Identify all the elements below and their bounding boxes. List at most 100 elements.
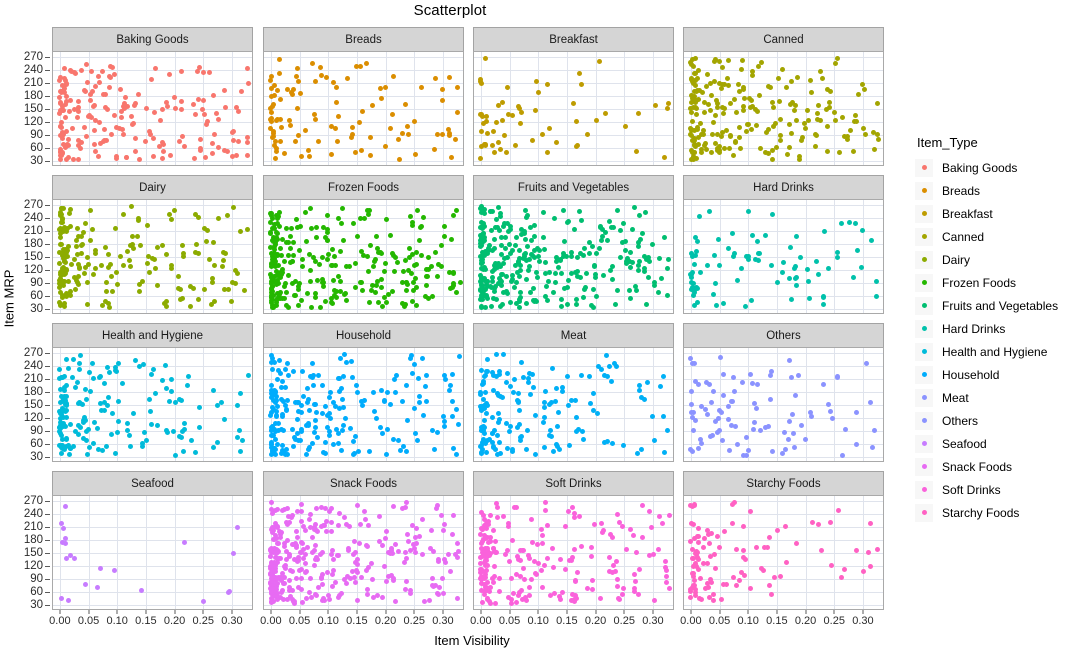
legend-items: Baking Goods Breads Breakfast Canned Dairy Fr… xyxy=(915,156,1058,524)
data-point xyxy=(739,58,745,64)
data-point xyxy=(314,278,320,284)
facet-panel: Dairy xyxy=(52,175,253,314)
data-point xyxy=(489,414,495,420)
data-point xyxy=(734,583,740,589)
data-point xyxy=(451,512,457,518)
facet-strip-label: Dairy xyxy=(52,175,253,199)
data-point xyxy=(769,591,775,597)
legend-item[interactable]: Canned xyxy=(915,225,1058,248)
legend-item[interactable]: Seafood xyxy=(915,432,1058,455)
y-tick-label: 120 xyxy=(23,411,43,424)
legend-key-swatch xyxy=(915,480,933,499)
legend-title: Item_Type xyxy=(917,135,978,150)
data-point xyxy=(155,422,161,428)
data-point xyxy=(531,384,537,390)
data-point xyxy=(90,103,96,109)
data-point xyxy=(93,265,99,271)
data-point xyxy=(288,123,294,129)
legend: Item_Type Baking Goods Breads Breakfast Can… xyxy=(915,135,1058,524)
gridline-horizontal xyxy=(474,540,673,541)
data-point xyxy=(533,451,539,457)
data-point xyxy=(396,437,402,443)
data-point xyxy=(338,447,344,453)
legend-item[interactable]: Soft Drinks xyxy=(915,478,1058,501)
data-point xyxy=(696,68,702,74)
legend-item[interactable]: Breads xyxy=(915,179,1058,202)
y-tick-label: 120 xyxy=(23,115,43,128)
data-point xyxy=(758,565,764,571)
x-tick-label: 0.00 xyxy=(260,615,282,627)
data-point xyxy=(277,97,283,103)
data-point xyxy=(660,373,666,379)
data-point xyxy=(357,119,363,125)
legend-item[interactable]: Others xyxy=(915,409,1058,432)
legend-item[interactable]: Hard Drinks xyxy=(915,317,1058,340)
data-point xyxy=(739,67,745,73)
data-point xyxy=(610,563,616,569)
data-point xyxy=(704,412,710,418)
data-point xyxy=(418,252,424,258)
data-point xyxy=(330,556,336,562)
data-point xyxy=(574,414,580,420)
legend-item[interactable]: Household xyxy=(915,363,1058,386)
data-point xyxy=(816,103,822,109)
data-point xyxy=(456,354,462,360)
data-point xyxy=(708,531,714,537)
data-point xyxy=(358,279,364,285)
data-point xyxy=(336,595,342,601)
data-point xyxy=(106,395,112,401)
data-point xyxy=(793,392,799,398)
legend-label: Soft Drinks xyxy=(942,482,1001,497)
panel-inner xyxy=(474,200,673,313)
x-tick-mark xyxy=(59,610,61,614)
data-point xyxy=(164,103,170,109)
data-point xyxy=(606,218,612,224)
data-point xyxy=(235,525,241,531)
data-point xyxy=(275,581,281,587)
x-tick-label: 0.30 xyxy=(852,615,874,627)
data-point xyxy=(692,235,698,241)
data-point xyxy=(402,101,408,107)
data-point xyxy=(122,95,128,101)
data-point xyxy=(313,116,319,122)
data-point xyxy=(269,119,275,125)
legend-item[interactable]: Baking Goods xyxy=(915,156,1058,179)
legend-item[interactable]: Breakfast xyxy=(915,202,1058,225)
data-point xyxy=(232,267,238,273)
data-point xyxy=(417,399,423,405)
gridline-horizontal xyxy=(264,122,463,123)
data-point xyxy=(719,64,725,70)
data-point xyxy=(413,302,419,308)
legend-item[interactable]: Snack Foods xyxy=(915,455,1058,478)
data-point xyxy=(525,375,531,381)
data-point xyxy=(67,292,73,298)
data-point xyxy=(65,442,71,448)
data-point xyxy=(820,302,826,307)
data-point xyxy=(246,372,252,378)
legend-label: Others xyxy=(942,413,979,428)
data-point xyxy=(411,118,417,124)
legend-item[interactable]: Frozen Foods xyxy=(915,271,1058,294)
data-point xyxy=(64,555,70,561)
gridline-horizontal xyxy=(474,392,673,393)
gridline-horizontal xyxy=(474,405,673,406)
legend-item[interactable]: Fruits and Vegetables xyxy=(915,294,1058,317)
data-point xyxy=(347,264,353,270)
data-point xyxy=(222,417,228,423)
data-point xyxy=(429,428,435,434)
legend-item[interactable]: Health and Hygiene xyxy=(915,340,1058,363)
data-point xyxy=(57,150,63,156)
data-point xyxy=(415,207,421,213)
data-point xyxy=(334,100,340,106)
legend-item[interactable]: Starchy Foods xyxy=(915,501,1058,524)
data-point xyxy=(859,81,865,87)
data-point xyxy=(405,131,411,137)
data-point xyxy=(327,410,333,416)
legend-item[interactable]: Meat xyxy=(915,386,1058,409)
data-point xyxy=(90,375,96,381)
data-point xyxy=(581,295,587,301)
legend-item[interactable]: Dairy xyxy=(915,248,1058,271)
legend-key-swatch xyxy=(915,204,933,223)
data-point xyxy=(562,524,568,530)
data-point xyxy=(711,551,717,557)
